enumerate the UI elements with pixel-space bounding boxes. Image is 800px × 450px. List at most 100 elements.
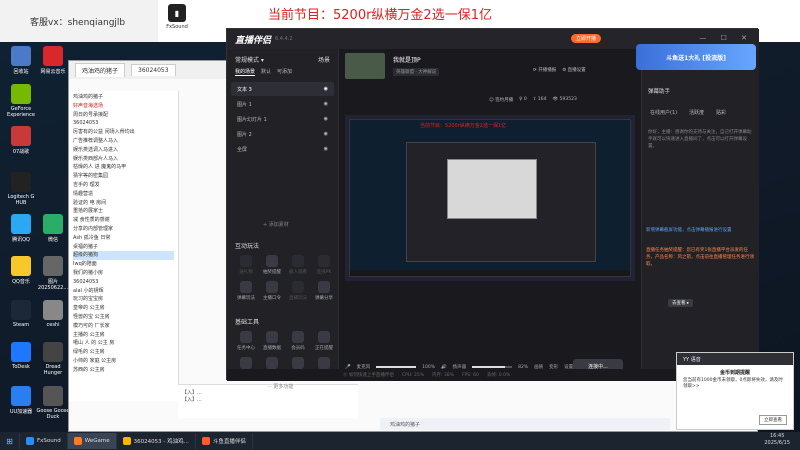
notice-task[interactable]: 直播任务抽奖提醒：您已有奖1张直播平台派发的任务，产品名称：风之箭，点击前往直播…: [646, 247, 756, 268]
tab-my-scene[interactable]: 我的场景: [235, 68, 256, 76]
taskbar-app[interactable]: FxSound: [20, 433, 68, 449]
tree-item[interactable]: Ash 孤冷鱼 日常: [73, 234, 174, 243]
live-settings-button[interactable]: ⚙ 直播设置: [562, 67, 585, 73]
tree-item[interactable]: 玩习的宝宝房: [73, 295, 174, 304]
go-see-button[interactable]: 去查看 ▸: [668, 299, 694, 307]
desktop-icon[interactable]: GeForce Experience: [4, 84, 38, 118]
tree-item[interactable]: 情趣营造: [73, 190, 174, 199]
desktop-icon[interactable]: Steam: [4, 300, 38, 328]
desktop-icon[interactable]: 回收站: [4, 46, 38, 75]
system-clock[interactable]: 16:45 2025/6/15: [764, 433, 790, 447]
desktop-icon[interactable]: ToDesk: [4, 342, 38, 370]
tree-item[interactable]: 吉手的 理发: [73, 181, 174, 190]
stream-preview[interactable]: 当前节目：5200r纵横万金2选一保1亿: [345, 115, 635, 281]
tool-button[interactable]: 连线PK: [311, 255, 337, 275]
taskbar-app[interactable]: WeGame: [67, 433, 117, 449]
tree-item[interactable]: 猜字等的密集园: [73, 172, 174, 181]
browser-tab-2[interactable]: 36024053: [131, 64, 176, 76]
desktop-icon[interactable]: Logitech G HUB: [4, 172, 38, 206]
desktop-icon[interactable]: 微信: [36, 214, 70, 243]
tree-item[interactable]: 鸡油鸡的猪子: [73, 93, 174, 102]
source-item[interactable]: 图片 1 ◉: [231, 97, 334, 111]
tool-button[interactable]: 主播口令: [259, 281, 285, 301]
eye-icon[interactable]: ◉: [324, 131, 328, 137]
tree-item[interactable]: 怪兽的宝 公主房: [73, 313, 174, 322]
tool-button[interactable]: 弹幕分享: [311, 281, 337, 301]
tree-item[interactable]: 重拾的展家士: [73, 207, 174, 216]
source-item[interactable]: 全屏 ◉: [231, 142, 334, 156]
tool-button[interactable]: 截人观看: [285, 255, 311, 275]
tool-button[interactable]: 弹幕玩法: [233, 281, 259, 301]
tree-item[interactable]: 周日的号承接配: [73, 111, 174, 120]
eye-icon[interactable]: ◉: [324, 116, 328, 122]
desktop-icon[interactable]: 网易云音乐: [36, 46, 70, 75]
desktop-icon[interactable]: 07战歌: [4, 126, 38, 155]
desktop-icon[interactable]: 图片 20250622...: [36, 256, 70, 291]
tree-item[interactable]: 36024053: [73, 119, 174, 128]
tree-item[interactable]: 枯燥的人 进 魔鬼的马甲: [73, 163, 174, 172]
tree-item[interactable]: 我们的猪小房: [73, 269, 174, 278]
tool-button[interactable]: 直播数据: [259, 331, 285, 351]
more-tools-button[interactable]: ··· 更多功能: [267, 383, 293, 390]
popup-view-button[interactable]: 立即查看: [759, 415, 787, 425]
tree-item[interactable]: 娱乐类选调入马进入: [73, 146, 174, 155]
fxsound-shortcut[interactable]: ▮ FxSound: [162, 4, 192, 30]
mic-slider[interactable]: [376, 366, 417, 368]
room-thumbnail[interactable]: [345, 53, 385, 79]
desktop-icon[interactable]: ceshi: [36, 300, 70, 328]
eye-icon[interactable]: ◉: [324, 101, 328, 107]
browser-tab-1[interactable]: 鸡油鸡的猪子: [75, 63, 126, 77]
tool-button[interactable]: 送礼物: [233, 255, 259, 275]
speaker-slider[interactable]: [472, 366, 513, 368]
tree-item[interactable]: 苏西的 公主房: [73, 366, 174, 375]
notice-screenshot[interactable]: 新增弹幕截屏功能，点击弹幕播报进行设置: [646, 227, 756, 234]
source-item[interactable]: 图片 2 ◉: [231, 127, 334, 141]
tree-item[interactable]: 验证的 电 房间: [73, 199, 174, 208]
room-category[interactable]: 英雄联盟 · 大神解说: [393, 68, 440, 76]
tree-item[interactable]: 好声音海选场: [73, 102, 174, 111]
status-help[interactable]: ⓪ 如何快速上手直播伴侣: [343, 372, 394, 378]
tree-item[interactable]: 桌福的猪子: [73, 243, 174, 252]
desktop-icon[interactable]: 腾讯QQ: [4, 214, 38, 243]
desktop-icon[interactable]: QQ音乐: [4, 256, 38, 285]
tree-item[interactable]: 36024053: [73, 278, 174, 287]
tree-item[interactable]: 广告推荐调整人马入: [73, 137, 174, 146]
tree-item[interactable]: 皇帝的 公主房: [73, 304, 174, 313]
tree-item[interactable]: 小帅的 家庭 公主房: [73, 357, 174, 366]
tree-item[interactable]: 噶山 人 的 公主 房: [73, 339, 174, 348]
tree-item[interactable]: 超级的猪狗: [73, 251, 174, 261]
mode-selector[interactable]: 常规模式 ▾ 场景: [227, 49, 338, 66]
promo-banner[interactable]: 斗鱼送1大礼 [投流版]: [636, 44, 756, 70]
tree-item[interactable]: Iwq的陪面: [73, 260, 174, 269]
tool-button[interactable]: 正在提醒: [311, 331, 337, 351]
window-controls[interactable]: — ☐ ✕: [699, 34, 753, 42]
start-button[interactable]: ⊞: [0, 433, 20, 449]
tool-button[interactable]: 直播玩法: [285, 281, 311, 301]
tab-default[interactable]: 默认: [261, 68, 271, 76]
tree-item[interactable]: 厉害有的公益 闲场入骨均出: [73, 128, 174, 137]
tab-activity[interactable]: 活跃度: [689, 109, 704, 116]
eye-icon[interactable]: ◉: [324, 86, 328, 92]
tab-online-users[interactable]: 在线用户(1): [650, 109, 677, 116]
tree-item[interactable]: 绿毛的 公主房: [73, 348, 174, 357]
broadcast-notify-button[interactable]: ⟳ 开播播报: [533, 67, 556, 73]
tree-item[interactable]: alal 小的钥辉: [73, 287, 174, 296]
go-live-top-button[interactable]: 立即开播: [571, 34, 602, 43]
tab-stickers[interactable]: 贴彩: [716, 109, 726, 116]
tree-item[interactable]: 娱乐类西部片人马入: [73, 155, 174, 164]
taskbar-app[interactable]: 36024053 - 鸡油鸡...: [117, 433, 196, 449]
taskbar-app[interactable]: 斗鱼直播伴侣: [196, 433, 253, 449]
tree-item[interactable]: 主播的 公主房: [73, 331, 174, 340]
tool-button[interactable]: 会员码: [285, 331, 311, 351]
tree-item[interactable]: 模巧可的 厂长家: [73, 322, 174, 331]
tree-item[interactable]: 减 食性质的感谢: [73, 216, 174, 225]
source-item[interactable]: 文本 3 ◉: [231, 82, 334, 96]
eye-icon[interactable]: ◉: [324, 146, 328, 152]
tool-button[interactable]: 任务中心: [233, 331, 259, 351]
add-source-button[interactable]: + 添加素材: [263, 221, 289, 228]
desktop-icon[interactable]: UU加速器: [4, 386, 38, 415]
tab-addable[interactable]: 可添加: [277, 68, 292, 76]
tool-button[interactable]: 抽奖提醒: [259, 255, 285, 275]
source-item[interactable]: 图片幻灯片 1 ◉: [231, 112, 334, 126]
tree-item[interactable]: 分享的内部管理家: [73, 225, 174, 234]
